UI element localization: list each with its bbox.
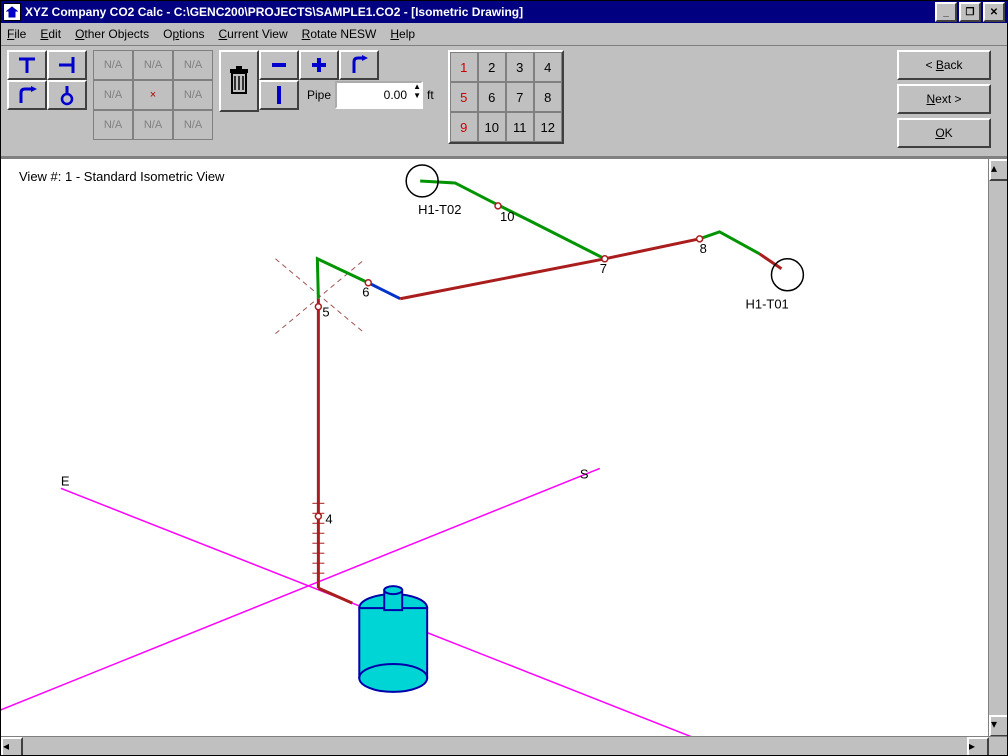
- pipe-spinner[interactable]: ▲▼: [413, 82, 421, 100]
- close-button[interactable]: ✕: [983, 2, 1005, 22]
- scroll-left-button[interactable]: ◂: [1, 737, 23, 755]
- elbow-icon: [15, 83, 39, 107]
- node-7-label: 7: [600, 261, 607, 276]
- axis-e-label: E: [61, 473, 70, 488]
- view-12[interactable]: 12: [534, 112, 562, 142]
- view-4[interactable]: 4: [534, 52, 562, 82]
- na-cell: N/A: [173, 80, 213, 110]
- menu-edit[interactable]: Edit: [40, 27, 61, 41]
- view-6[interactable]: 6: [478, 82, 506, 112]
- cursor-cross: [275, 259, 365, 334]
- view-7[interactable]: 7: [506, 82, 534, 112]
- node-8-label: 8: [700, 241, 707, 256]
- drawing-area[interactable]: View #: 1 - Standard Isometric View E S: [1, 158, 1007, 755]
- pipe-icon: [267, 83, 291, 107]
- view-number-grid: 1 2 3 4 5 6 7 8 9 10 11 12: [448, 50, 564, 144]
- toolbar: N/A N/A N/A N/A × N/A N/A N/A N/A: [1, 46, 1007, 158]
- na-cell: N/A: [93, 80, 133, 110]
- tee-left-icon: [55, 53, 79, 77]
- isometric-drawing: E S: [1, 159, 1007, 738]
- na-cell: N/A: [173, 110, 213, 140]
- scroll-down-button[interactable]: ▾: [989, 715, 1007, 737]
- plus-icon: [307, 53, 331, 77]
- app-icon: [3, 3, 21, 21]
- next-button[interactable]: Next >: [897, 84, 991, 114]
- tee-down-icon: [15, 53, 39, 77]
- tee-left-button[interactable]: [47, 50, 87, 80]
- node-icon: [55, 83, 79, 107]
- node-5-label: 5: [322, 305, 329, 320]
- t01-label: H1-T01: [746, 297, 789, 312]
- na-cell: N/A: [93, 110, 133, 140]
- vertical-scrollbar[interactable]: ▴ ▾: [988, 159, 1007, 737]
- pipe-network: [312, 181, 781, 603]
- view-1[interactable]: 1: [450, 52, 478, 82]
- terminal-t01: [771, 259, 803, 291]
- minimize-button[interactable]: _: [935, 2, 957, 22]
- ok-button[interactable]: OK: [897, 118, 991, 148]
- na-grid: N/A N/A N/A N/A × N/A N/A N/A N/A: [93, 50, 213, 140]
- edit-buttons: Pipe ▲▼ ft: [219, 50, 438, 112]
- view-5[interactable]: 5: [450, 82, 478, 112]
- view-11[interactable]: 11: [506, 112, 534, 142]
- elbow-button[interactable]: [7, 80, 47, 110]
- trash-icon: [227, 63, 251, 99]
- menu-current-view[interactable]: Current View: [219, 27, 288, 41]
- window-title: XYZ Company CO2 Calc - C:\GENC200\PROJEC…: [25, 5, 933, 19]
- horizontal-scrollbar[interactable]: ◂ ▸: [1, 736, 1007, 755]
- view-10[interactable]: 10: [478, 112, 506, 142]
- t02-label: H1-T02: [418, 202, 461, 217]
- menu-rotate[interactable]: Rotate NESW: [302, 27, 377, 41]
- node-10-label: 10: [500, 209, 514, 224]
- menu-file[interactable]: File: [7, 27, 26, 41]
- node-6-label: 6: [362, 285, 369, 300]
- pipe-tool-button[interactable]: [259, 80, 299, 110]
- back-button[interactable]: < Back: [897, 50, 991, 80]
- na-center-cell: ×: [133, 80, 173, 110]
- node-button[interactable]: [47, 80, 87, 110]
- menu-help[interactable]: Help: [390, 27, 415, 41]
- menubar: File Edit Other Objects Options Current …: [1, 23, 1007, 46]
- bend-icon: [347, 53, 371, 77]
- view-9[interactable]: 9: [450, 112, 478, 142]
- minus-icon: [267, 53, 291, 77]
- view-8[interactable]: 8: [534, 82, 562, 112]
- na-cell: N/A: [173, 50, 213, 80]
- app-window: XYZ Company CO2 Calc - C:\GENC200\PROJEC…: [0, 0, 1008, 756]
- node-4-label: 4: [325, 511, 332, 526]
- menu-other[interactable]: Other Objects: [75, 27, 149, 41]
- maximize-button[interactable]: ❐: [959, 2, 981, 22]
- na-cell: N/A: [133, 50, 173, 80]
- remove-segment-button[interactable]: [259, 50, 299, 80]
- pipe-length-input[interactable]: [335, 81, 423, 109]
- view-2[interactable]: 2: [478, 52, 506, 82]
- fitting-buttons: [7, 50, 87, 110]
- pipe-label: Pipe: [307, 88, 331, 102]
- pipe-unit: ft: [427, 88, 434, 102]
- scroll-up-button[interactable]: ▴: [989, 159, 1007, 181]
- menu-options[interactable]: Options: [163, 27, 204, 41]
- tee-down-button[interactable]: [7, 50, 47, 80]
- axis-s-label: S: [580, 466, 589, 481]
- titlebar: XYZ Company CO2 Calc - C:\GENC200\PROJEC…: [1, 1, 1007, 23]
- scroll-right-button[interactable]: ▸: [967, 737, 989, 755]
- na-cell: N/A: [93, 50, 133, 80]
- tank-icon: [359, 586, 427, 692]
- add-segment-button[interactable]: [299, 50, 339, 80]
- bend-button[interactable]: [339, 50, 379, 80]
- na-cell: N/A: [133, 110, 173, 140]
- delete-button[interactable]: [219, 50, 259, 112]
- view-3[interactable]: 3: [506, 52, 534, 82]
- nav-buttons: < Back Next > OK: [897, 50, 991, 152]
